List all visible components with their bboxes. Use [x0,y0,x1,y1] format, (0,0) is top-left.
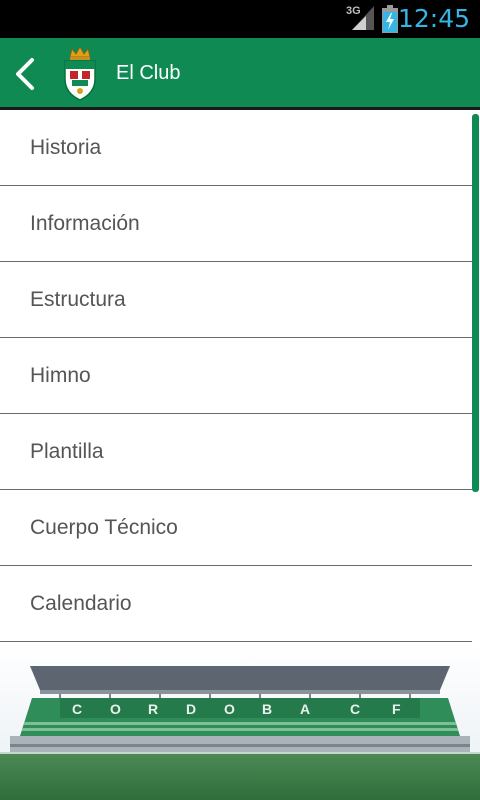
battery-charging-icon [382,5,398,33]
menu-item-label: Información [30,212,140,235]
svg-text:A: A [300,701,310,717]
menu-item-label: Calendario [30,592,132,615]
menu-item-cuerpo-tecnico[interactable]: Cuerpo Técnico [0,490,472,566]
back-button[interactable] [8,50,44,98]
menu-item-calendario[interactable]: Calendario [0,566,472,642]
menu-item-label: Himno [30,364,91,387]
page-title: El Club [116,62,181,84]
menu-item-label: Plantilla [30,440,104,463]
svg-text:R: R [148,701,158,717]
club-crest-icon [64,47,96,101]
menu-item-historia[interactable]: Historia [0,110,472,186]
svg-text:B: B [262,701,272,717]
svg-text:C: C [72,701,82,717]
menu-item-label: Historia [30,136,102,159]
status-time: 12:45 [397,4,470,33]
svg-text:O: O [224,701,235,717]
signal-icon [352,6,374,30]
scrollbar-thumb[interactable] [472,114,479,492]
svg-text:F: F [392,701,401,717]
menu-item-himno[interactable]: Himno [0,338,472,414]
menu-item-informacion[interactable]: Información [0,186,472,262]
menu-item-label: Cuerpo Técnico [30,516,178,539]
menu-item-label: Estructura [30,288,126,311]
svg-text:D: D [186,701,196,717]
status-bar: 3G 12:45 [0,0,480,38]
club-menu-list: Historia Información Estructura Himno Pl… [0,110,472,642]
svg-text:C: C [350,701,360,717]
menu-item-plantilla[interactable]: Plantilla [0,414,472,490]
chevron-left-icon [16,58,34,90]
menu-item-estructura[interactable]: Estructura [0,262,472,338]
stadium-image: C O R D O B A C F [0,644,480,800]
svg-text:O: O [110,701,121,717]
action-bar: El Club [0,38,480,110]
